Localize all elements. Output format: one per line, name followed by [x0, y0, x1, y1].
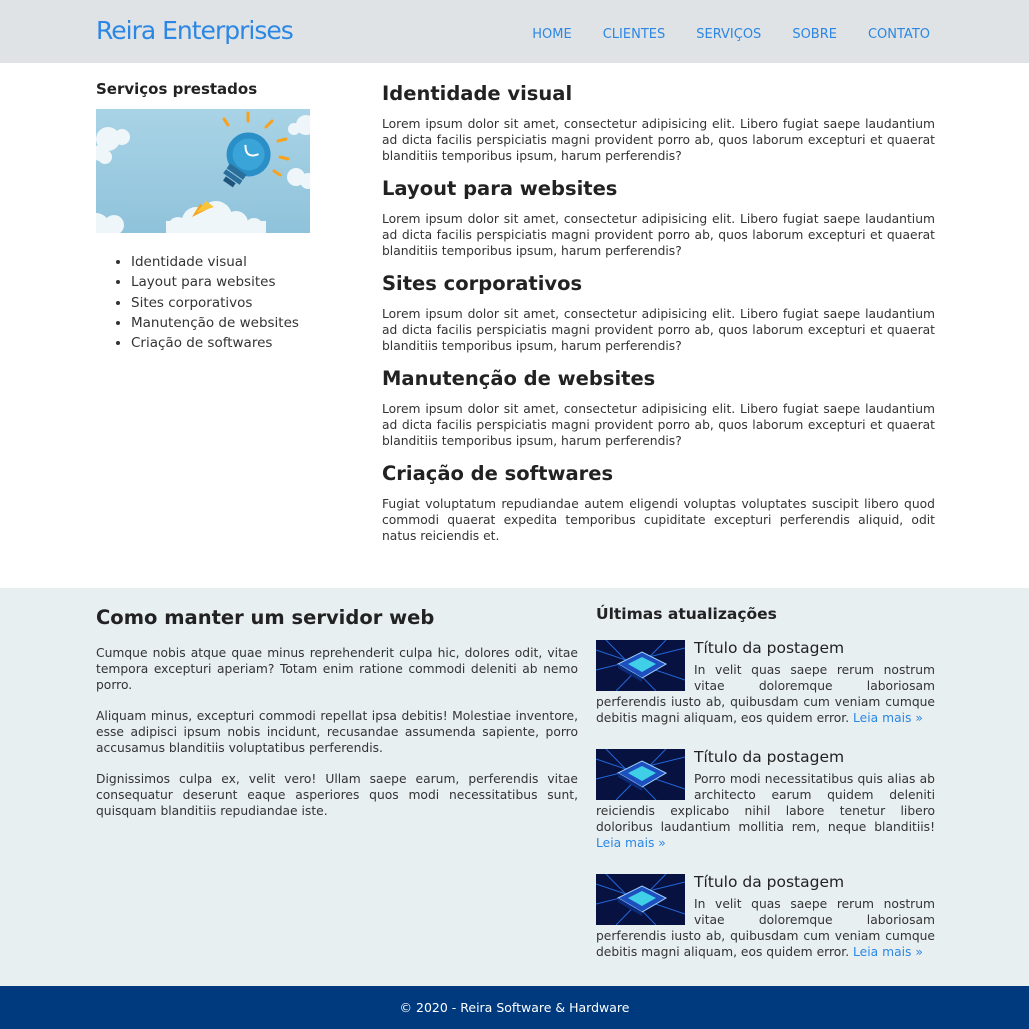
- site-footer: © 2020 - Reira Software & Hardware: [0, 986, 1029, 1029]
- post-item: Título da postagem Porro modi necessitat…: [596, 748, 935, 873]
- services-content: Identidade visual Lorem ipsum dolor sit …: [382, 80, 935, 555]
- brand-logo[interactable]: Reira Enterprises: [96, 16, 294, 45]
- chip-thumbnail[interactable]: [596, 874, 685, 925]
- lower-section: Como manter um servidor web Cumque nobis…: [0, 588, 1029, 986]
- nav-clientes[interactable]: CLIENTES: [603, 27, 666, 42]
- article-paragraph: Cumque nobis atque quae minus reprehende…: [96, 646, 578, 692]
- list-item: Layout para websites: [131, 272, 310, 292]
- chip-thumbnail[interactable]: [596, 749, 685, 800]
- article-paragraph: Aliquam minus, excepturi commodi repella…: [96, 709, 578, 755]
- service-text: Lorem ipsum dolor sit amet, consectetur …: [382, 117, 935, 163]
- nav-sobre[interactable]: SOBRE: [792, 27, 837, 42]
- post-item: Título da postagem In velit quas saepe r…: [596, 873, 935, 960]
- main-nav: HOME CLIENTES SERVIÇOS SOBRE CONTATO: [501, 27, 930, 42]
- service-block: Sites corporativos Lorem ipsum dolor sit…: [382, 270, 935, 354]
- service-text: Lorem ipsum dolor sit amet, consectetur …: [382, 212, 935, 258]
- site-header: Reira Enterprises HOME CLIENTES SERVIÇOS…: [0, 0, 1029, 63]
- list-item: Criação de softwares: [131, 333, 310, 353]
- services-section: Serviços prestados • Identidade visual •…: [0, 63, 1029, 588]
- sidebar-title: Serviços prestados: [96, 80, 258, 98]
- services-list: Identidade visual Layout para websites S…: [131, 252, 310, 353]
- read-more-link[interactable]: Leia mais »: [596, 836, 666, 850]
- service-title: Manutenção de websites: [382, 367, 656, 390]
- lightbulb-rocket-image: [96, 109, 310, 233]
- service-title: Sites corporativos: [382, 272, 583, 295]
- service-block: Identidade visual Lorem ipsum dolor sit …: [382, 80, 935, 164]
- service-block: Layout para websites Lorem ipsum dolor s…: [382, 175, 935, 259]
- article-paragraph: Dignissimos culpa ex, velit vero! Ullam …: [96, 772, 578, 818]
- nav-home[interactable]: HOME: [532, 27, 571, 42]
- copyright-text: © 2020 - Reira Software & Hardware: [399, 1000, 630, 1015]
- service-block: Criação de softwares Fugiat voluptatum r…: [382, 460, 935, 544]
- list-item: Identidade visual: [131, 252, 310, 272]
- service-title: Criação de softwares: [382, 462, 614, 485]
- latest-updates: Últimas atualizações Título da postagem …: [596, 603, 935, 960]
- service-text: Fugiat voluptatum repudiandae autem elig…: [382, 497, 935, 543]
- service-text: Lorem ipsum dolor sit amet, consectetur …: [382, 402, 935, 448]
- article: Como manter um servidor web Cumque nobis…: [96, 604, 578, 834]
- services-sidebar: Serviços prestados • Identidade visual •…: [96, 80, 310, 353]
- list-item: Manutenção de websites: [131, 313, 310, 333]
- nav-servicos[interactable]: SERVIÇOS: [696, 27, 761, 42]
- read-more-link[interactable]: Leia mais »: [853, 711, 923, 725]
- updates-title: Últimas atualizações: [596, 605, 777, 623]
- service-block: Manutenção de websites Lorem ipsum dolor…: [382, 365, 935, 449]
- post-item: Título da postagem In velit quas saepe r…: [596, 639, 935, 748]
- service-text: Lorem ipsum dolor sit amet, consectetur …: [382, 307, 935, 353]
- service-title: Identidade visual: [382, 82, 573, 105]
- article-title: Como manter um servidor web: [96, 606, 435, 629]
- read-more-link[interactable]: Leia mais »: [853, 945, 923, 959]
- service-title: Layout para websites: [382, 177, 618, 200]
- chip-thumbnail[interactable]: [596, 640, 685, 691]
- nav-contato[interactable]: CONTATO: [868, 27, 930, 42]
- list-item: Sites corporativos: [131, 293, 310, 313]
